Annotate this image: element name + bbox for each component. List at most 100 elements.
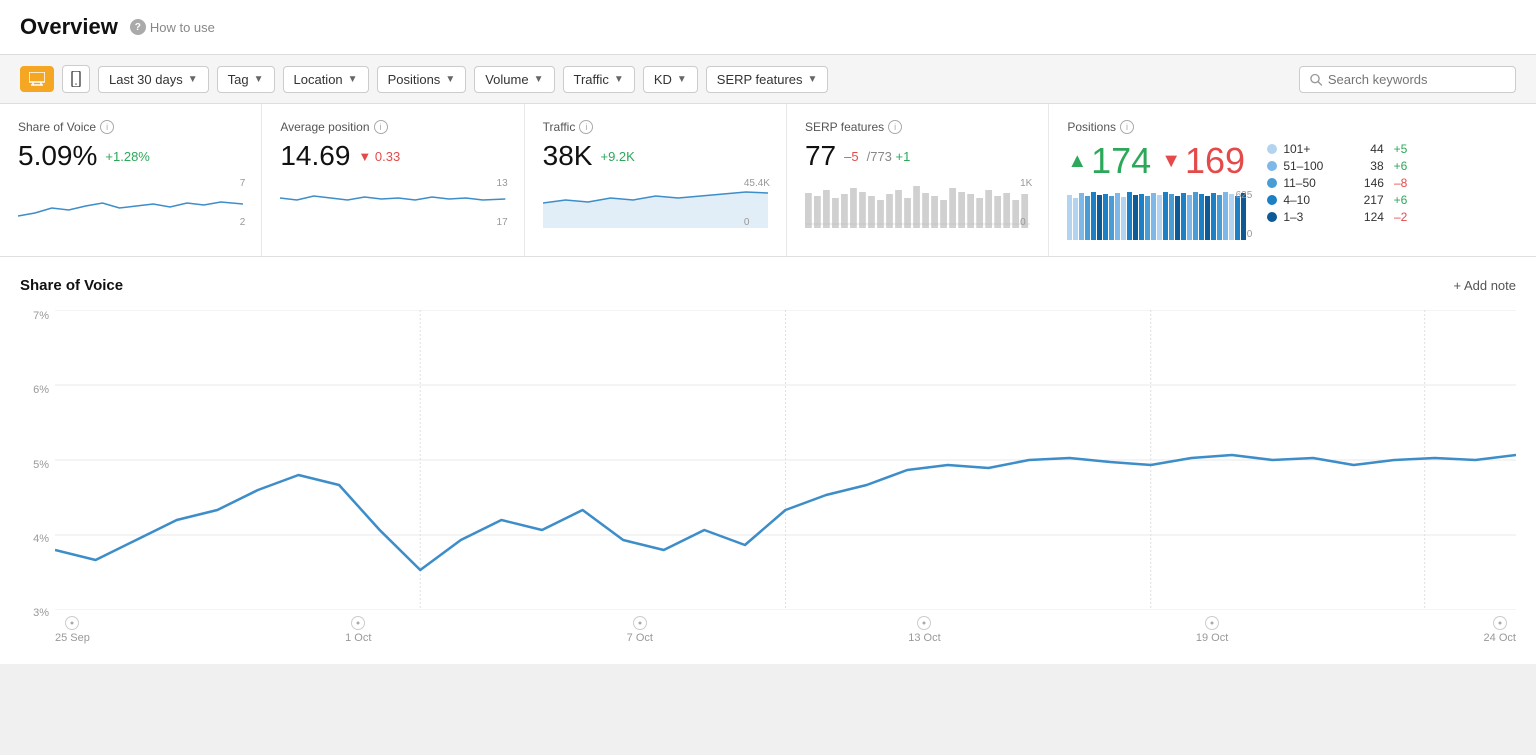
positions-up-value: 174 (1091, 140, 1151, 182)
toolbar: Last 30 days ▼ Tag ▼ Location ▼ Position… (0, 55, 1536, 104)
last30days-button[interactable]: Last 30 days ▼ (98, 66, 209, 93)
positions-main: ▲ 174 ▼ 169 (1067, 140, 1247, 240)
x-label-7oct: 7 Oct (627, 616, 653, 644)
serp-mini-chart: 1K 0 (805, 178, 1030, 228)
traffic-info-icon[interactable]: i (579, 120, 593, 134)
sov-value: 5.09% +1.28% (18, 140, 243, 172)
location-button[interactable]: Location ▼ (283, 66, 369, 93)
sov-change: +1.28% (105, 149, 149, 164)
serp-total: /773 +1 (867, 149, 911, 164)
metrics-row: Share of Voice i 5.09% +1.28% 7 2 Averag… (0, 104, 1536, 257)
x-gear-1oct[interactable] (351, 616, 365, 630)
legend-change-1150: –8 (1394, 176, 1407, 190)
avgpos-y-axis: 13 17 (497, 178, 508, 228)
x-gear-19oct[interactable] (1205, 616, 1219, 630)
positions-down-value: 169 (1185, 140, 1245, 182)
positions-down-arrow: ▼ (1161, 150, 1181, 173)
location-label: Location (294, 72, 343, 87)
volume-label: Volume (485, 72, 528, 87)
y-label-7: 7% (20, 310, 49, 322)
positions-y-bottom: 0 (1247, 229, 1253, 240)
avgpos-mini-chart: 13 17 (280, 178, 505, 228)
legend-change-410: +6 (1394, 193, 1408, 207)
x-gear-13oct[interactable] (917, 616, 931, 630)
volume-button[interactable]: Volume ▼ (474, 66, 554, 93)
positions-info-icon[interactable]: i (1120, 120, 1134, 134)
legend-change-13: –2 (1394, 210, 1407, 224)
main-chart-area: 25 Sep 1 Oct 7 Oct (55, 310, 1516, 644)
page-title: Overview (20, 14, 118, 40)
traffic-y-axis: 45.4K 0 (744, 178, 770, 228)
tag-label: Tag (228, 72, 249, 87)
search-input[interactable] (1328, 72, 1505, 87)
x-gear-25sep[interactable] (65, 616, 79, 630)
main-chart-svg (55, 310, 1516, 610)
legend-label-410: 4–10 (1283, 193, 1310, 207)
legend-count-1150: 146 (1344, 176, 1384, 190)
y-label-3: 3% (20, 607, 49, 619)
legend-dot-1150 (1267, 178, 1277, 188)
legend-label-51100: 51–100 (1283, 159, 1323, 173)
serp-y-axis: 1K 0 (1020, 178, 1032, 228)
share-of-voice-card: Share of Voice i 5.09% +1.28% 7 2 (0, 104, 262, 256)
desktop-view-button[interactable] (20, 66, 54, 92)
traffic-chevron: ▼ (614, 74, 624, 85)
x-label-19oct: 19 Oct (1196, 616, 1228, 644)
sov-label: Share of Voice i (18, 120, 243, 134)
kd-chevron: ▼ (677, 74, 687, 85)
positions-chevron: ▼ (445, 74, 455, 85)
legend-label-1150: 11–50 (1283, 176, 1315, 190)
add-note-button[interactable]: + Add note (1453, 278, 1516, 293)
legend-item-1150: 11–50 146 –8 (1267, 176, 1407, 190)
y-axis: 7% 6% 5% 4% 3% (20, 310, 55, 644)
y-label-6: 6% (20, 384, 49, 396)
x-label-1oct: 1 Oct (345, 616, 371, 644)
main-chart-wrapper: 7% 6% 5% 4% 3% (20, 310, 1516, 644)
serp-change-neg: –5 (844, 149, 858, 164)
search-container[interactable] (1299, 66, 1516, 93)
serp-features-button[interactable]: SERP features ▼ (706, 66, 829, 93)
legend-count-101plus: 44 (1350, 142, 1383, 156)
x-label-25sep: 25 Sep (55, 616, 90, 644)
avgpos-info-icon[interactable]: i (374, 120, 388, 134)
serp-value: 77 –5 /773 +1 (805, 140, 1030, 172)
legend-item-410: 4–10 217 +6 (1267, 193, 1407, 207)
chart-title: Share of Voice (20, 277, 123, 294)
avgpos-change: ▼ 0.33 (358, 149, 400, 164)
legend-dot-13 (1267, 212, 1277, 222)
kd-label: KD (654, 72, 672, 87)
mobile-view-button[interactable] (62, 65, 90, 93)
tag-chevron: ▼ (254, 74, 264, 85)
serp-info-icon[interactable]: i (888, 120, 902, 134)
serp-features-chevron: ▼ (808, 74, 818, 85)
x-label-13oct: 13 Oct (908, 616, 940, 644)
legend-dot-101plus (1267, 144, 1277, 154)
sov-info-icon[interactable]: i (100, 120, 114, 134)
positions-button[interactable]: Positions ▼ (377, 66, 467, 93)
sov-mini-chart: 7 2 (18, 178, 243, 228)
page-header: Overview ? How to use (0, 0, 1536, 55)
kd-button[interactable]: KD ▼ (643, 66, 698, 93)
x-gear-7oct[interactable] (633, 616, 647, 630)
positions-label: Positions (388, 72, 441, 87)
legend-item-101plus: 101+ 44 +5 (1267, 142, 1407, 156)
legend-count-13: 124 (1344, 210, 1384, 224)
serp-features-label: SERP features (717, 72, 803, 87)
chart-section: Share of Voice + Add note 7% 6% 5% 4% 3% (0, 257, 1536, 664)
positions-bar-chart: 625 0 (1067, 190, 1247, 240)
legend-change-51100: +6 (1394, 159, 1408, 173)
legend-count-410: 217 (1344, 193, 1384, 207)
traffic-button[interactable]: Traffic ▼ (563, 66, 635, 93)
traffic-card: Traffic i 38K +9.2K 45.4K 0 (525, 104, 787, 256)
serp-change-pos: +1 (896, 149, 911, 164)
last30days-chevron: ▼ (188, 74, 198, 85)
serp-label: SERP features i (805, 120, 1030, 134)
legend-dot-51100 (1267, 161, 1277, 171)
legend-label-13: 1–3 (1283, 210, 1303, 224)
avgpos-label: Average position i (280, 120, 505, 134)
how-to-use-link[interactable]: ? How to use (130, 19, 215, 35)
x-gear-24oct[interactable] (1493, 616, 1507, 630)
tag-button[interactable]: Tag ▼ (217, 66, 275, 93)
chart-header: Share of Voice + Add note (20, 277, 1516, 294)
legend-label-101plus: 101+ (1283, 142, 1310, 156)
